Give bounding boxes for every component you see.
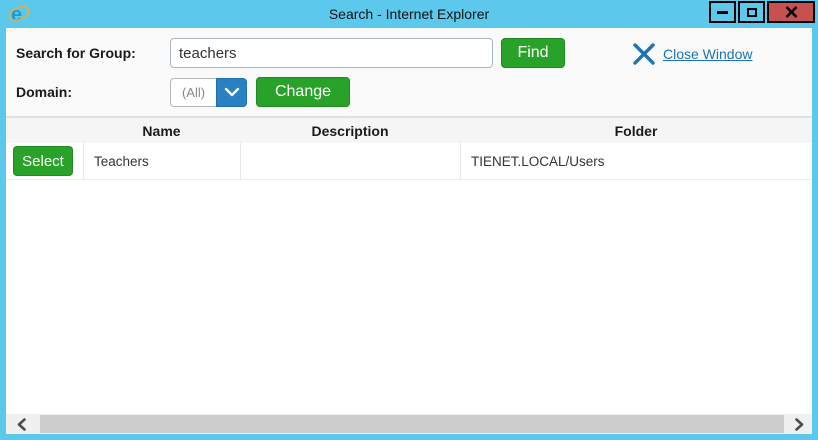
close-window-link[interactable]: Close Window — [632, 39, 752, 69]
window-title: Search - Internet Explorer — [0, 0, 818, 28]
table-row: Select Teachers TIENET.LOCAL/Users — [6, 143, 812, 180]
window-content: Search for Group: Find Domain: (All) Cha… — [6, 28, 812, 434]
ie-popup-window: e Search - Internet Explorer Search for — [0, 0, 818, 440]
domain-dropdown[interactable]: (All) — [170, 78, 247, 107]
domain-dropdown-button[interactable] — [216, 78, 247, 107]
search-label: Search for Group: — [16, 45, 170, 61]
search-input[interactable] — [170, 38, 493, 68]
change-button[interactable]: Change — [256, 77, 350, 107]
close-x-icon[interactable] — [632, 43, 656, 65]
search-form-panel: Search for Group: Find Domain: (All) Cha… — [6, 28, 812, 116]
results-table-header: Name Description Folder — [6, 118, 812, 143]
maximize-button[interactable] — [738, 1, 765, 23]
domain-label: Domain: — [16, 84, 170, 100]
maximize-icon — [747, 8, 757, 17]
scroll-left-button[interactable] — [10, 414, 32, 434]
minimize-button[interactable] — [709, 1, 736, 23]
header-name: Name — [83, 123, 240, 139]
row-description-cell — [240, 143, 460, 179]
chevron-down-icon — [224, 87, 240, 97]
minimize-icon — [717, 11, 728, 14]
row-folder-cell: TIENET.LOCAL/Users — [460, 143, 812, 179]
chevron-left-icon — [17, 418, 26, 431]
titlebar: e Search - Internet Explorer — [0, 0, 818, 28]
header-folder: Folder — [460, 123, 812, 139]
domain-row: Domain: (All) Change — [16, 77, 812, 107]
close-icon — [785, 6, 798, 18]
empty-results-area — [6, 180, 812, 414]
close-window-label: Close Window — [663, 46, 752, 62]
caption-buttons — [707, 1, 815, 23]
scroll-right-button[interactable] — [788, 414, 810, 434]
header-description: Description — [240, 123, 460, 139]
scrollbar-thumb[interactable] — [40, 415, 784, 433]
row-name-cell: Teachers — [83, 143, 240, 179]
select-button[interactable]: Select — [13, 146, 73, 176]
find-button[interactable]: Find — [501, 38, 565, 68]
domain-selected-value[interactable]: (All) — [170, 78, 216, 107]
chevron-right-icon — [795, 418, 804, 431]
row-action-cell: Select — [6, 143, 83, 179]
horizontal-scrollbar[interactable] — [6, 414, 812, 434]
close-button[interactable] — [767, 1, 815, 23]
